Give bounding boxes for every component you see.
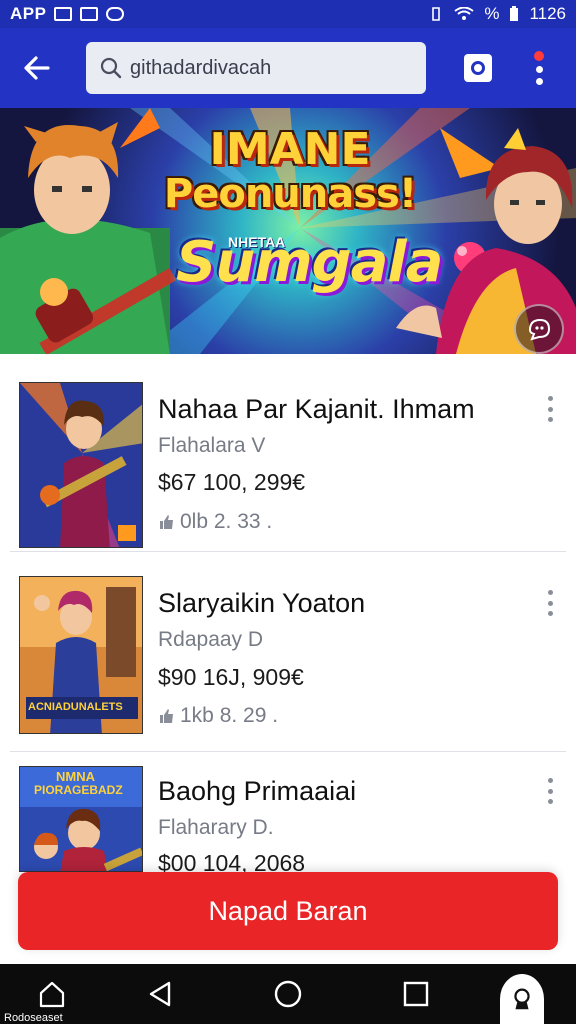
camera-icon [471,61,485,75]
status-time: 1126 [529,4,566,23]
more-dot [535,78,543,85]
vibrate-icon [432,7,441,21]
thumbnail-caption: ACNIADUNALETS [28,701,123,713]
back-arrow-icon [24,56,50,80]
battery-icon [510,6,519,21]
nav-back-button[interactable] [142,976,178,1012]
back-button[interactable] [12,38,62,98]
dot [547,600,553,606]
item-meta-text: 1kb 8. 29 . [180,704,279,727]
notification-dot [534,51,544,61]
item-price: $90 16J, 909€ [158,664,304,690]
dot [547,396,553,401]
battery-percent: % [484,4,500,23]
chat-bubble-icon [528,318,551,341]
item-thumbnail: ACNIADUNALETS [19,576,143,734]
list-item[interactable]: ACNIADUNALETS Slaryaikin Yoaton Rdapaay … [10,562,566,752]
item-meta: 1kb 8. 29 . [158,704,278,728]
search-icon [100,57,122,79]
system-nav-bar: Rodoseaset [0,964,576,1024]
dot [547,799,553,804]
more-dot [535,66,543,73]
dot [547,417,553,422]
message-icon [106,7,125,21]
thumbs-up-icon [160,515,173,529]
list-item[interactable]: Nahaa Par Kajanit. Ihmam Flahalara V $67… [10,362,566,552]
dot [547,611,553,616]
dot [547,590,553,595]
circle-home-icon [274,980,302,1008]
thumbs-up-icon [160,709,173,723]
wifi-icon [454,7,474,20]
game-cover-image [20,383,142,547]
item-price: $67 100, 299€ [158,469,306,495]
banner-title: IMANE Peonunass! [140,124,440,217]
status-app-label: APP [10,4,47,23]
item-overflow-button[interactable] [540,778,560,804]
item-meta-text: 0lb 2. 33 . [180,510,273,533]
thumbnail-title-sub: PIORAGEBADZ [34,783,123,797]
nav-home-label: Rodoseaset [4,1012,63,1024]
item-title: Baohg Primaaiai [158,776,357,806]
status-left: APP [10,4,125,24]
item-title: Nahaa Par Kajanit. Ihmam [158,394,475,424]
app-header: githadardivacah [0,28,576,108]
camera-button[interactable] [464,54,492,82]
item-thumbnail: NMNA PIORAGEBADZ [19,766,143,872]
overflow-menu-button[interactable] [532,51,546,85]
dot [547,788,553,794]
status-bar: APP % 1126 [0,0,576,28]
dot [547,778,553,783]
banner-title-line2: Peonunass! [163,171,417,217]
app-screen: APP % 1126 githadardivacah IMANE Peonuna… [0,0,576,1024]
item-title: Slaryaikin Yoaton [158,588,366,618]
nav-home-tab[interactable] [34,976,70,1012]
triangle-back-icon [149,981,171,1007]
home-icon [39,981,65,1008]
list-item[interactable]: NMNA PIORAGEBADZ Baohg Primaaiai Flahara… [10,752,566,876]
banner-logo-text: Sumgala [176,230,443,295]
nav-extra-button[interactable] [500,974,544,1024]
item-overflow-button[interactable] [540,396,560,422]
thumbnail-title-top: NMNA [56,769,95,784]
item-meta: 0lb 2. 33 . [158,510,272,534]
item-subtitle: Flahalara V [158,434,266,457]
primary-action-button[interactable]: Napad Baran [18,872,558,950]
mail-icon [80,7,99,21]
square-recents-icon [403,981,429,1007]
promo-banner[interactable]: IMANE Peonunass! NHETAA Sumgala [0,108,576,354]
dot [547,406,553,412]
item-subtitle: Rdapaay D [158,628,264,651]
gallery-icon [54,7,73,21]
banner-title-line1: IMANE [209,124,371,175]
status-right: % 1126 [428,4,566,24]
item-thumbnail [19,382,143,548]
assistant-icon [514,988,530,1010]
nav-recents-button[interactable] [398,976,434,1012]
nav-home-button[interactable] [270,976,306,1012]
search-input[interactable]: githadardivacah [86,42,426,94]
item-overflow-button[interactable] [540,590,560,616]
banner-action-button[interactable] [514,304,564,354]
search-input-value: githadardivacah [130,56,272,79]
item-subtitle: Flaharary D. [158,816,274,839]
